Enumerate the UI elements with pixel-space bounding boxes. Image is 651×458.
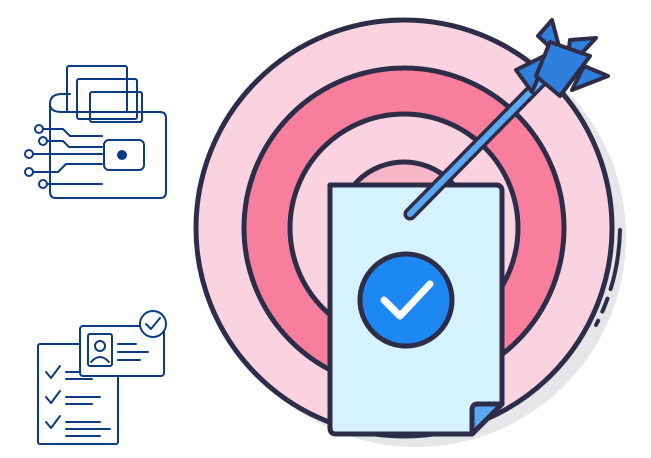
approved-document	[327, 182, 505, 437]
check-circle-icon	[357, 251, 455, 349]
verified-id-checklist-icon	[37, 310, 167, 445]
target-approved-document-icon	[193, 17, 626, 447]
illustration-canvas	[24, 17, 626, 447]
digital-wallet-icon	[24, 65, 167, 199]
